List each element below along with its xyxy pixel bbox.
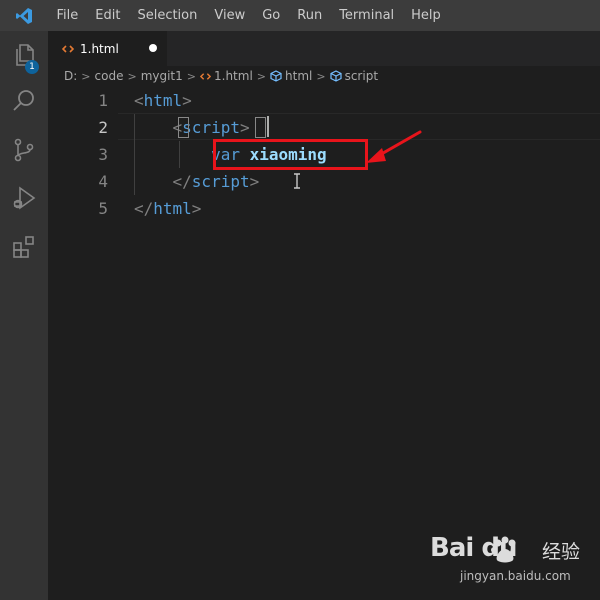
search-icon[interactable] — [0, 81, 48, 121]
tag-close-bracket: > — [191, 199, 202, 218]
line-number: 2 — [98, 118, 108, 137]
source-control-icon[interactable] — [0, 130, 48, 170]
breadcrumb-html[interactable]: html — [285, 69, 312, 83]
tab-bar: 1.html — [48, 31, 600, 66]
menu-bar: File Edit Selection View Go Run Terminal… — [48, 0, 449, 31]
code-text: </script> — [134, 168, 260, 195]
unsaved-dot-icon[interactable] — [149, 44, 157, 52]
annotation-arrow-icon — [366, 130, 422, 163]
explorer-badge: 1 — [25, 60, 39, 74]
menu-edit[interactable]: Edit — [87, 0, 129, 31]
menu-terminal[interactable]: Terminal — [331, 0, 403, 31]
code-text: <html> — [134, 87, 192, 114]
tab-1-html[interactable]: 1.html — [48, 31, 167, 66]
menu-view[interactable]: View — [206, 0, 254, 31]
code-line[interactable]: 2 <script> — [48, 114, 600, 141]
breadcrumb-code[interactable]: code — [95, 69, 124, 83]
watermark-brand: Bai du — [430, 533, 517, 563]
symbol-element-icon — [270, 70, 282, 82]
line-number: 1 — [98, 91, 108, 110]
tab-label: 1.html — [80, 41, 119, 56]
tag-close-bracket: > — [182, 91, 192, 110]
code-text: </html> — [134, 195, 201, 222]
files-icon[interactable]: 1 — [0, 35, 48, 75]
breadcrumb-mygit1[interactable]: mygit1 — [141, 69, 183, 83]
annotation-box — [213, 139, 368, 170]
menu-run[interactable]: Run — [289, 0, 331, 31]
tag-name: html — [153, 199, 192, 218]
html-file-icon — [200, 71, 211, 82]
watermark-product: 经验 — [542, 541, 581, 563]
symbol-element-icon — [329, 70, 342, 82]
chevron-right-icon: > — [316, 69, 326, 83]
bracket-match-highlight — [178, 117, 189, 138]
breadcrumb-script[interactable]: script — [345, 69, 378, 83]
menu-help[interactable]: Help — [403, 0, 450, 31]
menu-go[interactable]: Go — [254, 0, 289, 31]
tag-open-bracket: < — [134, 91, 144, 110]
menu-selection[interactable]: Selection — [129, 0, 206, 31]
vscode-logo-icon — [0, 0, 48, 31]
baidu-watermark: Bai du 经验 jingyan.baidu.com — [430, 533, 590, 593]
breadcrumb-file[interactable]: 1.html — [214, 69, 253, 83]
tag-name: script — [191, 172, 250, 191]
code-line[interactable]: 5 </html> — [48, 195, 600, 222]
text-cursor — [267, 116, 269, 137]
breadcrumb: D: > code > mygit1 > 1.html > html > scr… — [64, 66, 378, 86]
tag-open-bracket: </ — [172, 172, 192, 191]
menu-file[interactable]: File — [48, 0, 87, 31]
line-number: 5 — [98, 199, 108, 218]
chevron-right-icon: > — [186, 69, 196, 83]
line-number: 4 — [98, 172, 108, 191]
html-file-icon — [62, 42, 76, 56]
chevron-right-icon: > — [81, 69, 91, 83]
code-line[interactable]: 1 <html> — [48, 87, 600, 114]
activity-bar: 1 — [0, 31, 48, 600]
extensions-icon[interactable] — [0, 227, 48, 267]
bracket-match-highlight — [255, 117, 266, 138]
indent-guide — [179, 141, 180, 168]
indent-guide — [134, 114, 135, 195]
watermark-url: jingyan.baidu.com — [460, 569, 571, 583]
tag-name: html — [143, 91, 183, 110]
title-bar: File Edit Selection View Go Run Terminal… — [0, 0, 600, 31]
breadcrumb-drive[interactable]: D: — [64, 69, 77, 83]
code-text: <script> — [134, 114, 250, 141]
tag-close-bracket: > — [249, 172, 260, 191]
line-number: 3 — [98, 145, 108, 164]
run-debug-icon[interactable] — [0, 178, 48, 218]
code-line[interactable]: 4 </script> — [48, 168, 600, 195]
tag-close-bracket: > — [239, 118, 250, 137]
text-ibeam-icon — [294, 173, 300, 189]
tag-open-bracket: </ — [134, 199, 154, 218]
chevron-right-icon: > — [256, 69, 267, 83]
tag-name: script — [182, 118, 240, 137]
chevron-right-icon: > — [127, 69, 137, 83]
